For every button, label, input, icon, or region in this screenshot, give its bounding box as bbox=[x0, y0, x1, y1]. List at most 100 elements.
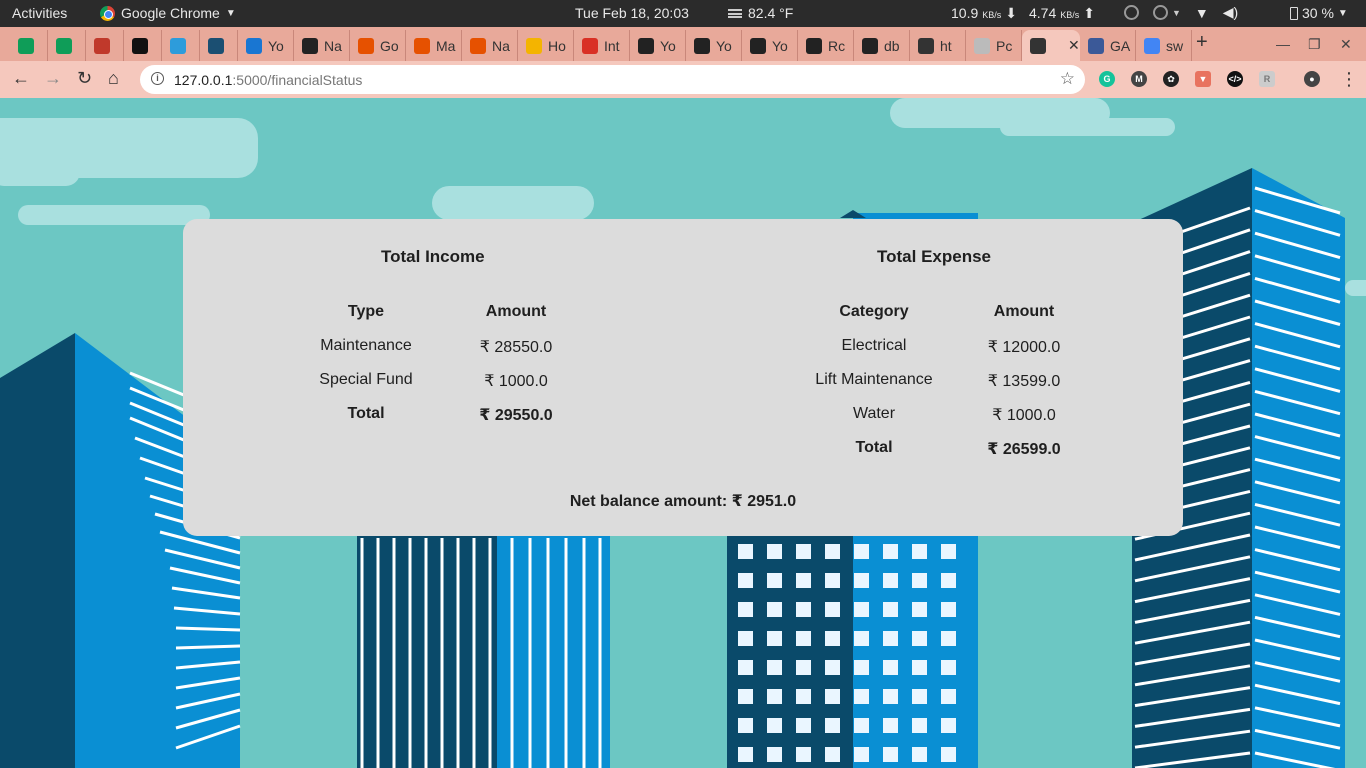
browser-tab[interactable]: sw bbox=[1136, 30, 1192, 61]
ndn-icon bbox=[414, 37, 430, 54]
address-bar[interactable]: i 127.0.0.1:5000/financialStatus ☆ bbox=[140, 65, 1085, 94]
shield-icon[interactable]: ▼ bbox=[1195, 71, 1211, 87]
net-speed-indicator[interactable]: 10.9 KB/s ⬇ 4.74 KB/s ⬆ bbox=[951, 5, 1095, 22]
activities-button[interactable]: Activities bbox=[12, 5, 67, 21]
system-top-bar: Activities Google Chrome ▼ Tue Feb 18, 2… bbox=[0, 0, 1366, 27]
net-up-unit: KB/s bbox=[1060, 10, 1080, 20]
close-tab-icon[interactable]: ✕ bbox=[1068, 37, 1080, 54]
browser-tab[interactable]: Ma bbox=[406, 30, 462, 61]
browser-tab[interactable]: Yo bbox=[630, 30, 686, 61]
restore-button[interactable]: ❐ bbox=[1308, 36, 1321, 53]
ndn-icon bbox=[358, 37, 374, 54]
browser-tab[interactable] bbox=[162, 30, 200, 61]
table-header: Amount bbox=[485, 303, 547, 320]
a2-icon bbox=[132, 37, 148, 54]
bookmark-star-icon[interactable]: ☆ bbox=[1060, 69, 1075, 89]
facebook-icon bbox=[1088, 37, 1104, 54]
github-icon bbox=[862, 37, 878, 54]
browser-tab[interactable]: Ho bbox=[518, 30, 574, 61]
github-icon bbox=[638, 37, 654, 54]
pi-icon bbox=[170, 37, 186, 54]
app-name: Google Chrome bbox=[121, 5, 220, 21]
chevron-down-icon: ▼ bbox=[225, 7, 236, 19]
table-cell: Lift Maintenance bbox=[815, 371, 933, 388]
total-label: Total bbox=[855, 439, 893, 456]
browser-tab[interactable]: Yo bbox=[742, 30, 798, 61]
tab-label: Yo bbox=[268, 37, 284, 54]
info-icon[interactable]: i bbox=[151, 72, 164, 85]
volume-icon[interactable]: ◀) bbox=[1223, 4, 1238, 21]
code-icon[interactable]: </> bbox=[1227, 71, 1243, 87]
grammarly-icon[interactable]: G bbox=[1099, 71, 1115, 87]
table-cell: ₹ 28550.0 bbox=[479, 339, 553, 356]
extension-paw-icon[interactable]: ✿ bbox=[1163, 71, 1179, 87]
browser-tab[interactable]: Go bbox=[350, 30, 406, 61]
battery-level: 30 % bbox=[1302, 5, 1334, 21]
globe-icon bbox=[1030, 37, 1046, 54]
clock[interactable]: Tue Feb 18, 20:03 bbox=[575, 5, 689, 21]
total-label: Total bbox=[347, 405, 385, 422]
expense-title: Total Expense bbox=[877, 247, 991, 266]
table-header: Type bbox=[347, 303, 385, 320]
tab-label: Ma bbox=[436, 37, 456, 54]
tab-label: Na bbox=[324, 37, 342, 54]
browser-tab[interactable]: ✕ bbox=[1022, 30, 1080, 61]
extension-m-icon[interactable]: M bbox=[1131, 71, 1147, 87]
back-button[interactable]: ← bbox=[12, 68, 30, 89]
browser-toolbar: ← → ↻ ⌂ i 127.0.0.1:5000/financialStatus… bbox=[0, 61, 1366, 98]
browser-tab[interactable]: db bbox=[854, 30, 910, 61]
browser-tab[interactable]: Yo bbox=[238, 30, 294, 61]
avatar[interactable]: ● bbox=[1304, 71, 1320, 87]
wifi-icon[interactable]: ▼ bbox=[1195, 5, 1209, 21]
tab-label: Pc bbox=[996, 37, 1013, 54]
table-cell: Maintenance bbox=[320, 337, 412, 354]
github-icon bbox=[806, 37, 822, 54]
url-text[interactable]: 127.0.0.1:5000/financialStatus bbox=[174, 72, 362, 88]
reload-button[interactable]: ↻ bbox=[77, 68, 92, 89]
tab-label: ht bbox=[940, 37, 952, 54]
chrome-icon bbox=[100, 5, 115, 21]
browser-tab[interactable]: GA bbox=[1080, 30, 1136, 61]
chevron-down-icon: ▼ bbox=[1172, 7, 1181, 18]
tab-label: sw bbox=[1166, 37, 1184, 54]
chevron-down-icon: ▼ bbox=[1337, 7, 1348, 19]
browser-tab[interactable] bbox=[10, 30, 48, 61]
tab-label: Yo bbox=[772, 37, 788, 54]
tab-label: Na bbox=[492, 37, 510, 54]
browser-tab[interactable]: Rc bbox=[798, 30, 854, 61]
status-ring-icon[interactable] bbox=[1153, 5, 1168, 20]
browser-tab[interactable]: Na bbox=[462, 30, 518, 61]
close-window-button[interactable]: ✕ bbox=[1340, 36, 1352, 53]
tab-label: Ho bbox=[548, 37, 566, 54]
table-header: Amount bbox=[993, 303, 1055, 320]
browser-tab[interactable] bbox=[124, 30, 162, 61]
menu-kebab-icon[interactable]: ⋮ bbox=[1340, 69, 1358, 90]
minimize-button[interactable]: — bbox=[1276, 36, 1290, 52]
status-ring-icon[interactable] bbox=[1124, 5, 1139, 20]
home-button[interactable]: ⌂ bbox=[108, 68, 119, 89]
browser-tab[interactable] bbox=[200, 30, 238, 61]
app-menu[interactable]: Google Chrome ▼ bbox=[100, 5, 236, 21]
browser-tab[interactable]: Pc bbox=[966, 30, 1022, 61]
arrow-down-icon: ⬇ bbox=[1005, 5, 1017, 21]
browser-tab[interactable]: ht bbox=[910, 30, 966, 61]
extension-r-icon[interactable]: R bbox=[1259, 71, 1275, 87]
net-down-value: 10.9 bbox=[951, 5, 979, 21]
tab-label: db bbox=[884, 37, 900, 54]
browser-tab[interactable] bbox=[86, 30, 124, 61]
net-down-unit: KB/s bbox=[982, 10, 1002, 20]
forward-button[interactable]: → bbox=[44, 68, 62, 89]
weather-indicator[interactable]: 82.4 °F bbox=[728, 5, 793, 21]
battery-indicator[interactable]: 30 % ▼ bbox=[1290, 5, 1348, 21]
new-tab-button[interactable]: + bbox=[1196, 31, 1208, 54]
battery-icon bbox=[1290, 6, 1298, 20]
browser-tab[interactable]: Int bbox=[574, 30, 630, 61]
browser-tab[interactable]: Yo bbox=[686, 30, 742, 61]
github-icon bbox=[302, 37, 318, 54]
github-icon bbox=[694, 37, 710, 54]
browser-tab[interactable] bbox=[48, 30, 86, 61]
browser-tab[interactable]: Na bbox=[294, 30, 350, 61]
app-icon bbox=[94, 37, 110, 54]
github-icon bbox=[750, 37, 766, 54]
google-icon bbox=[1144, 37, 1160, 54]
